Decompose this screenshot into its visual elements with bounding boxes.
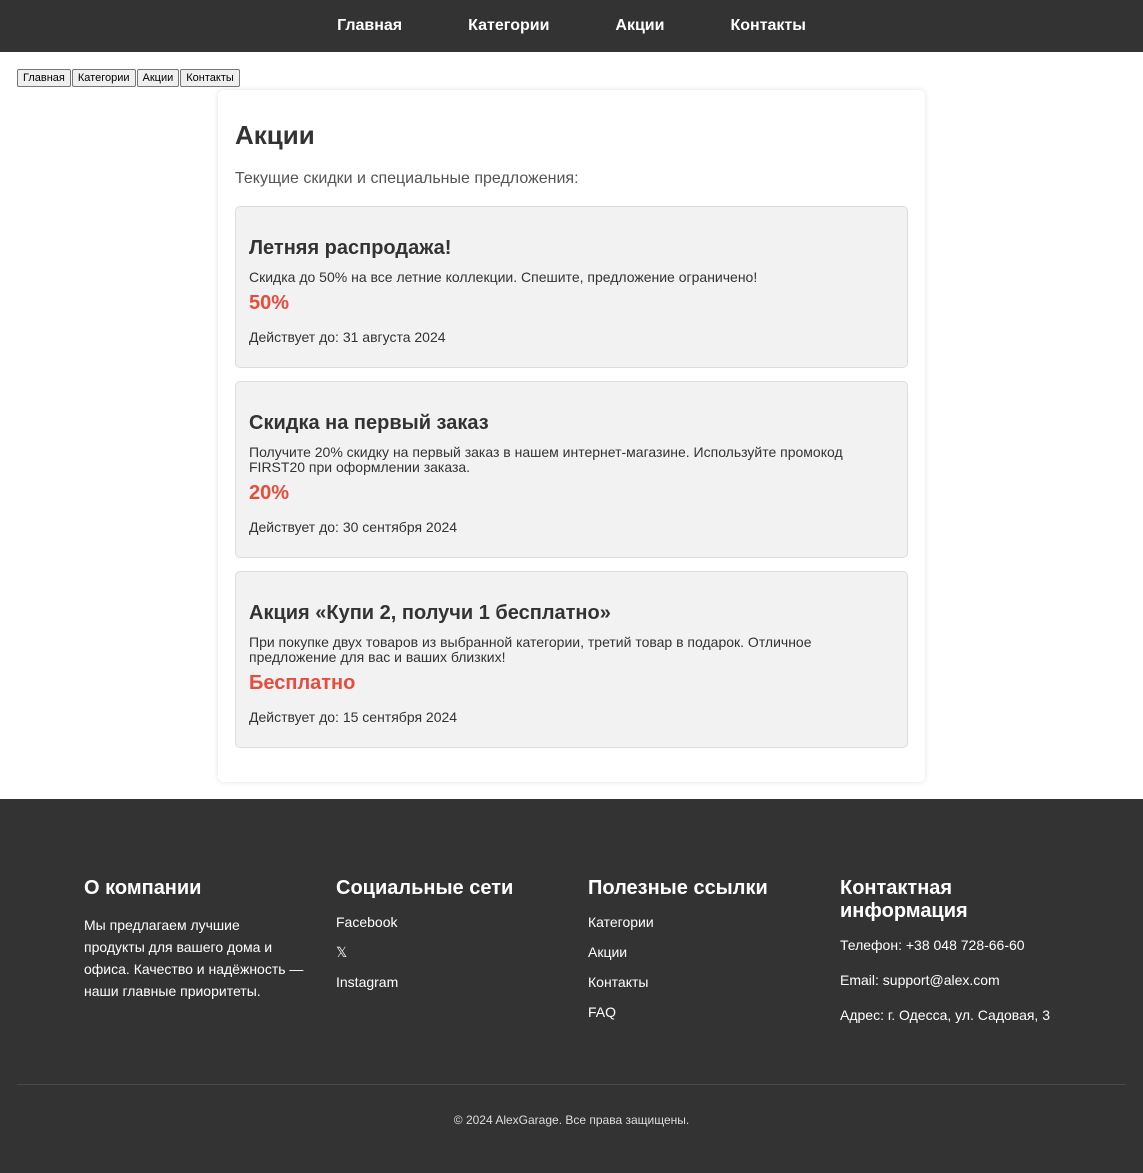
footer-columns: О компании Мы предлагаем лучшие продукты… <box>84 877 1092 1042</box>
footer-divider <box>17 1084 1126 1085</box>
footer-contact-title: Контактная информация <box>840 877 968 922</box>
footer-useful-links-column: Полезные ссылки Категории Акции Контакты… <box>588 877 840 1042</box>
nav-link-contacts[interactable]: Контакты <box>730 17 805 35</box>
footer-about-column: О компании Мы предлагаем лучшие продукты… <box>84 877 336 1042</box>
promo-title: Акция «Купи 2, получи 1 бесплатно» <box>249 602 611 624</box>
promo-title: Летняя распродажа! <box>249 237 452 259</box>
subnav-button-home[interactable]: Главная <box>17 69 71 87</box>
footer-email: Email: support@alex.com <box>840 972 1000 988</box>
footer-social-column: Социальные сети Facebook 𝕏 Instagram <box>336 877 588 1042</box>
promo-discount-value: Бесплатно <box>249 672 356 694</box>
page-intro: Текущие скидки и специальные предложения… <box>235 170 579 187</box>
footer-address: Адрес: г. Одесса, ул. Садовая, 3 <box>840 1007 1050 1023</box>
footer-copyright: © 2024 AlexGarage. Все права защищены. <box>453 1113 690 1127</box>
promo-description: Скидка до 50% на все летние коллекции. С… <box>249 269 758 285</box>
footer-link-contacts[interactable]: Контакты <box>588 974 840 990</box>
footer-link-promotions[interactable]: Акции <box>588 944 840 960</box>
promo-discount-value: 50% <box>249 292 290 314</box>
footer-contact-column: Контактная информация Телефон: +38 048 7… <box>840 877 1092 1042</box>
subnav-button-contacts[interactable]: Контакты <box>180 69 240 87</box>
footer-link-categories[interactable]: Категории <box>588 914 840 930</box>
subnav-button-promotions[interactable]: Акции <box>136 69 180 87</box>
social-link-x[interactable]: 𝕏 <box>336 944 588 960</box>
footer-about-text: Мы предлагаем лучшие продукты для вашего… <box>84 917 304 999</box>
promo-valid-until: Действует до: 31 августа 2024 <box>249 329 446 345</box>
nav-link-promotions[interactable]: Акции <box>615 17 664 35</box>
social-link-facebook[interactable]: Facebook <box>336 914 588 930</box>
promo-card-summer-sale: Летняя распродажа! Скидка до 50% на все … <box>235 206 908 368</box>
footer-social-title: Социальные сети <box>336 877 514 899</box>
promo-valid-until: Действует до: 30 сентября 2024 <box>249 519 458 535</box>
footer-useful-title: Полезные ссылки <box>588 877 768 899</box>
nav-link-home[interactable]: Главная <box>337 17 402 35</box>
footer-link-faq[interactable]: FAQ <box>588 1004 840 1020</box>
promo-valid-until: Действует до: 15 сентября 2024 <box>249 709 458 725</box>
promo-card-first-order: Скидка на первый заказ Получите 20% скид… <box>235 381 908 558</box>
promo-title: Скидка на первый заказ <box>249 412 489 434</box>
secondary-navigation: Главная Категории Акции Контакты <box>17 69 241 87</box>
promo-card-buy-two-get-one: Акция «Купи 2, получи 1 бесплатно» При п… <box>235 571 908 748</box>
promotions-section: Акции Текущие скидки и специальные предл… <box>218 90 925 782</box>
site-footer: О компании Мы предлагаем лучшие продукты… <box>0 799 1143 1173</box>
top-navigation: Главная Категории Акции Контакты <box>0 0 1143 52</box>
footer-phone: Телефон: +38 048 728-66-60 <box>840 937 1025 953</box>
social-link-instagram[interactable]: Instagram <box>336 974 588 990</box>
page-title: Акции <box>235 120 315 150</box>
promo-description: Получите 20% скидку на первый заказ в на… <box>249 444 843 475</box>
promo-description: При покупке двух товаров из выбранной ка… <box>249 634 812 665</box>
nav-link-categories[interactable]: Категории <box>468 17 549 35</box>
footer-about-title: О компании <box>84 877 202 899</box>
subnav-button-categories[interactable]: Категории <box>71 69 136 87</box>
promo-discount-value: 20% <box>249 482 290 504</box>
